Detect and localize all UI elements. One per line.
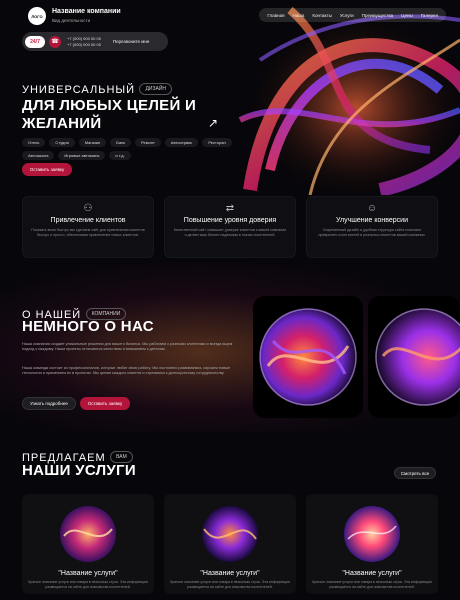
activity-label: Вид деятельности [52, 18, 91, 23]
feature-desc: Современный дизайн и удобная структура с… [318, 228, 426, 237]
category-chip[interactable]: Игровые автоматы [58, 151, 106, 160]
feature-card: ⇄ Повышение уровня доверия Качественный … [164, 196, 296, 258]
hero-title: ДЛЯ ЛЮБЫХ ЦЕЛЕЙ И ЖЕЛАНИЙ [22, 97, 197, 132]
nav-item-home[interactable]: Главная [267, 13, 284, 18]
service-card[interactable]: "Название услуги" Краткое описание услуг… [22, 494, 154, 594]
feature-title: Привлечение клиентов [50, 217, 126, 224]
hero-line1: УНИВЕРСАЛЬНЫЙ [22, 84, 136, 96]
phone-numbers: +7 (000) 000 00 00 +7 (000) 000 00 00 [67, 36, 101, 48]
service-title: "Название услуги" [58, 570, 118, 577]
about-paragraph: Наша команда состоит из профессионалов, … [22, 366, 231, 376]
nav-item-prices[interactable]: Цены [401, 13, 413, 18]
about-image [253, 296, 363, 418]
service-card[interactable]: "Название услуги" Краткое описание услуг… [164, 494, 296, 594]
category-chips: Отель Студия Магазин Банк Ремонт Автосер… [22, 138, 237, 160]
hero-subtitle-row: УНИВЕРСАЛЬНЫЙ ДИЗАЙН [22, 80, 173, 98]
category-chip[interactable]: Автошкола [22, 151, 55, 160]
service-image [22, 494, 154, 566]
phone-icon[interactable]: ☎ [49, 35, 61, 48]
phone-number[interactable]: +7 (000) 000 00 00 [67, 36, 101, 42]
services-tag: ВАМ [110, 450, 133, 463]
main-nav: Главная Наша Контакты Услуги Преимуществ… [259, 8, 446, 22]
category-chip[interactable]: Автосервис [164, 138, 199, 147]
nav-item-gallery[interactable]: Галерея [421, 13, 438, 18]
feature-title: Улучшение конверсии [336, 217, 408, 224]
category-chip[interactable]: и т.д. [109, 151, 131, 160]
view-all-button[interactable]: Смотреть все [394, 467, 436, 479]
service-desc: Краткое описание услуги или товара в нес… [28, 580, 148, 589]
feature-title: Повышение уровня доверия [183, 217, 277, 224]
people-icon: ⚇ [83, 203, 93, 214]
nav-item-advantages[interactable]: Преимущества [362, 13, 393, 18]
service-title: "Название услуги" [200, 570, 260, 577]
phone-number[interactable]: +7 (000) 000 00 00 [67, 42, 101, 48]
hero-artwork [230, 0, 460, 195]
category-chip[interactable]: Банк [110, 138, 132, 147]
handshake-icon: ⇄ [225, 203, 235, 214]
logo[interactable]: ЛОГО [28, 7, 46, 25]
person-icon: ☺ [366, 203, 378, 214]
about-cta-button[interactable]: Оставить заявку [80, 397, 130, 410]
services-title: НАШИ УСЛУГИ [22, 462, 136, 479]
service-desc: Краткое описание услуги или товара в нес… [170, 580, 290, 589]
category-chip[interactable]: Отель [22, 138, 46, 147]
category-chip[interactable]: Студия [49, 138, 75, 147]
service-image [164, 494, 296, 566]
service-image [306, 494, 438, 566]
feature-card: ⚇ Привлечение клиентов Показать всем быс… [22, 196, 154, 258]
hero-tag: ДИЗАЙН [139, 82, 173, 95]
arrow-up-right-icon[interactable]: ↗ [208, 116, 218, 130]
about-paragraph: Наша компания создает уникальные решения… [22, 342, 233, 352]
logo-text: ЛОГО [31, 13, 43, 19]
category-chip[interactable]: Ресторан [202, 138, 232, 147]
callback-link[interactable]: Перезвоните мне [113, 39, 149, 44]
nav-item-about[interactable]: Наша [293, 13, 305, 18]
company-name: Название компании [52, 8, 121, 15]
category-chip[interactable]: Ремонт [135, 138, 161, 147]
learn-more-button[interactable]: Узнать подробнее [22, 397, 76, 410]
service-card[interactable]: "Название услуги" Краткое описание услуг… [306, 494, 438, 594]
feature-desc: Показать всем быстро мы сделаем сайт для… [31, 228, 145, 237]
about-title: НЕМНОГО О НАС [22, 318, 154, 335]
support-badge: 24/7 [25, 35, 45, 48]
nav-item-contacts[interactable]: Контакты [312, 13, 331, 18]
service-title: "Название услуги" [342, 570, 402, 577]
feature-card: ☺ Улучшение конверсии Современный дизайн… [306, 196, 438, 258]
nav-item-services[interactable]: Услуги [340, 13, 354, 18]
feature-desc: Качественный сайт повышает доверие клиен… [173, 228, 287, 237]
service-desc: Краткое описание услуги или товара в нес… [312, 580, 432, 589]
about-image [368, 296, 460, 418]
category-chip[interactable]: Магазин [78, 138, 107, 147]
hero-cta-button[interactable]: Оставить заявку [22, 163, 72, 176]
contact-bar: 24/7 ☎ +7 (000) 000 00 00 +7 (000) 000 0… [22, 32, 168, 51]
